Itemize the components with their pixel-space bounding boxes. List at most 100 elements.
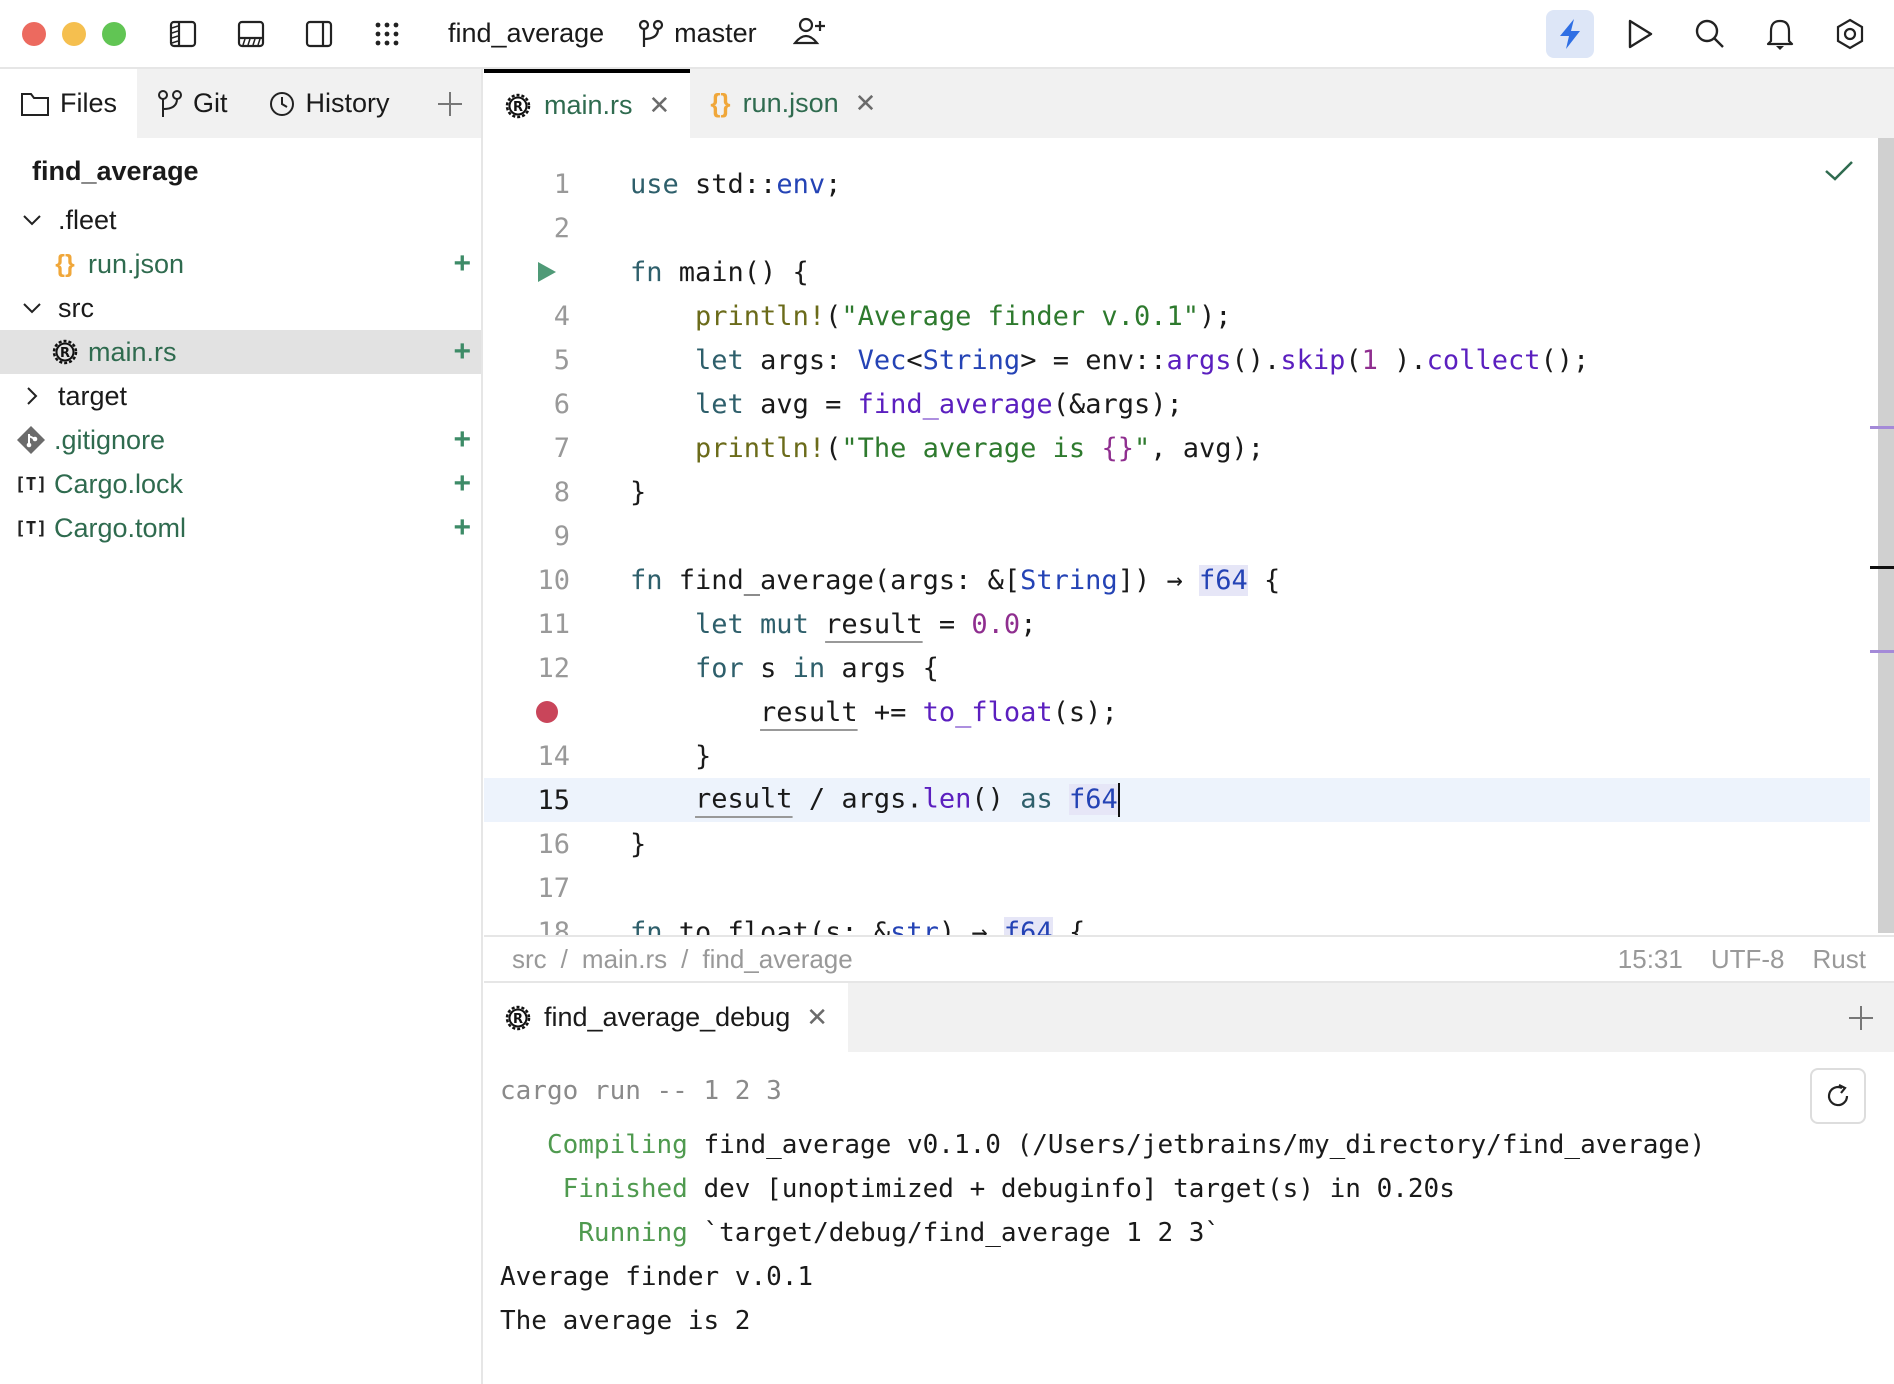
line-number[interactable]: 4 xyxy=(484,301,570,332)
tab-label: main.rs xyxy=(544,90,633,120)
code-token: "Average finder v.0.1" xyxy=(841,300,1199,332)
breadcrumb-item[interactable]: find_average xyxy=(702,944,852,975)
line-number[interactable]: 17 xyxy=(484,873,570,904)
cursor-position[interactable]: 15:31 xyxy=(1618,944,1683,975)
code-line[interactable]: 4 println!("Average finder v.0.1"); xyxy=(484,294,1870,338)
line-number[interactable]: 14 xyxy=(484,741,570,772)
toggle-bottom-panel-icon[interactable] xyxy=(234,17,268,51)
project-name[interactable]: find_average xyxy=(448,18,604,49)
console-text: The average is 2 xyxy=(500,1306,751,1336)
code-line[interactable]: fn main() { xyxy=(484,250,1870,294)
console-status: Finished xyxy=(500,1174,688,1204)
line-number[interactable]: 9 xyxy=(484,521,570,552)
line-number[interactable]: 10 xyxy=(484,565,570,596)
code-token: args xyxy=(1166,344,1232,376)
smart-mode-button[interactable] xyxy=(1546,10,1594,58)
code-token: result xyxy=(760,696,858,728)
code-token: env xyxy=(776,168,826,200)
minimize-window-button[interactable] xyxy=(62,21,86,46)
notifications-button[interactable] xyxy=(1756,10,1804,58)
line-number[interactable]: 18 xyxy=(484,917,570,936)
add-tab-icon[interactable] xyxy=(437,69,463,138)
close-tab-icon[interactable]: ✕ xyxy=(649,90,671,121)
code-line[interactable]: 5 let args: Vec<String> = env::args().sk… xyxy=(484,338,1870,382)
editor-tab-run-json[interactable]: {} run.json ✕ xyxy=(690,69,896,138)
search-button[interactable] xyxy=(1686,10,1734,58)
run-button[interactable] xyxy=(1616,10,1664,58)
branch-selector[interactable]: master xyxy=(638,18,757,49)
file-language[interactable]: Rust xyxy=(1813,944,1866,975)
code-line[interactable]: 7 println!("The average is {}", avg); xyxy=(484,426,1870,470)
line-number[interactable]: 16 xyxy=(484,829,570,860)
sidebar-tab-label: History xyxy=(305,88,390,118)
code-line[interactable]: 10 fn find_average(args: &[String]) → f64… xyxy=(484,558,1870,602)
breadcrumb-item[interactable]: main.rs xyxy=(582,944,667,975)
branch-name: master xyxy=(674,18,757,48)
code-line[interactable]: 16} xyxy=(484,822,1870,866)
breakpoint-icon[interactable] xyxy=(534,699,560,725)
code-line[interactable]: 1 use std::env; xyxy=(484,162,1870,206)
line-number[interactable]: 12 xyxy=(484,653,570,684)
git-added-marker: + xyxy=(453,423,471,456)
code-line[interactable]: result += to_float(s); xyxy=(484,690,1870,734)
code-line[interactable]: 17 xyxy=(484,866,1870,910)
tree-item-gitignore[interactable]: .gitignore + xyxy=(0,418,481,462)
add-run-tab-icon[interactable] xyxy=(1848,983,1874,1052)
code-line[interactable]: 2 xyxy=(484,206,1870,250)
line-number[interactable]: 11 xyxy=(484,609,570,640)
sidebar-tab-files[interactable]: Files xyxy=(0,69,138,138)
close-tab-icon[interactable]: ✕ xyxy=(806,1002,828,1033)
code-token: for xyxy=(695,652,744,684)
line-number[interactable]: 6 xyxy=(484,389,570,420)
tree-item-target[interactable]: target xyxy=(0,374,481,418)
bell-icon xyxy=(1766,19,1794,50)
editor-scrollbar[interactable] xyxy=(1878,138,1894,933)
chevron-down-icon[interactable] xyxy=(20,213,44,227)
apps-grid-icon[interactable] xyxy=(370,17,404,51)
code-line[interactable]: 9 xyxy=(484,514,1870,558)
chevron-right-icon[interactable] xyxy=(20,386,44,406)
tree-item-main-rs[interactable]: Rmain.rs + xyxy=(0,330,481,374)
code-text: result += to_float(s); xyxy=(760,696,1118,728)
toggle-left-panel-icon[interactable] xyxy=(166,17,200,51)
tree-item-run-json[interactable]: {} run.json + xyxy=(0,242,481,286)
settings-button[interactable] xyxy=(1826,10,1874,58)
close-tab-icon[interactable]: ✕ xyxy=(855,88,877,119)
line-number[interactable]: 8 xyxy=(484,477,570,508)
tree-item-fleet[interactable]: .fleet xyxy=(0,198,481,242)
add-user-icon[interactable] xyxy=(792,16,827,51)
run-gutter-icon[interactable] xyxy=(534,259,560,285)
line-number[interactable]: 15 xyxy=(484,785,570,816)
project-root[interactable]: find_average xyxy=(0,148,481,198)
rerun-button[interactable] xyxy=(1810,1068,1866,1124)
editor-tabs: R main.rs ✕ {} run.json ✕ xyxy=(484,69,1894,138)
sidebar-tab-label: Files xyxy=(60,88,118,118)
code-line[interactable]: 6 let avg = find_average(&args); xyxy=(484,382,1870,426)
line-number[interactable]: 5 xyxy=(484,345,570,376)
chevron-down-icon[interactable] xyxy=(20,301,44,315)
line-number[interactable]: 2 xyxy=(484,213,570,244)
sidebar-tab-git[interactable]: Git xyxy=(137,69,248,138)
toggle-right-panel-icon[interactable] xyxy=(302,17,336,51)
run-tab-find-average-debug[interactable]: R find_average_debug ✕ xyxy=(484,983,849,1052)
code-line[interactable]: 14 } xyxy=(484,734,1870,778)
code-editor[interactable]: 1 use std::env;2fn main() {4 println!("Av… xyxy=(484,138,1894,935)
sidebar-tab-history[interactable]: History xyxy=(248,69,410,138)
maximize-window-button[interactable] xyxy=(102,21,126,46)
file-encoding[interactable]: UTF-8 xyxy=(1711,944,1785,975)
tree-item-src[interactable]: src xyxy=(0,286,481,330)
scroll-marker-usage xyxy=(1870,426,1894,429)
code-line[interactable]: 15 result / args.len() as f64 xyxy=(484,778,1870,822)
close-window-button[interactable] xyxy=(22,21,46,46)
tree-item-cargo-toml[interactable]: [T] Cargo.toml + xyxy=(0,506,481,550)
code-line[interactable]: 11 let mut result = 0.0; xyxy=(484,602,1870,646)
code-text: fn find_average(args: &[String]) → f64 { xyxy=(630,564,1281,596)
line-number[interactable]: 1 xyxy=(484,169,570,200)
code-line[interactable]: 8} xyxy=(484,470,1870,514)
breadcrumb-item[interactable]: src xyxy=(512,944,547,975)
code-line[interactable]: 18 fn to_float(s: &str) → f64 { xyxy=(484,910,1870,935)
code-line[interactable]: 12 for s in args { xyxy=(484,646,1870,690)
line-number[interactable]: 7 xyxy=(484,433,570,464)
editor-tab-main-rs[interactable]: R main.rs ✕ xyxy=(484,69,691,138)
tree-item-cargo-lock[interactable]: [T] Cargo.lock + xyxy=(0,462,481,506)
